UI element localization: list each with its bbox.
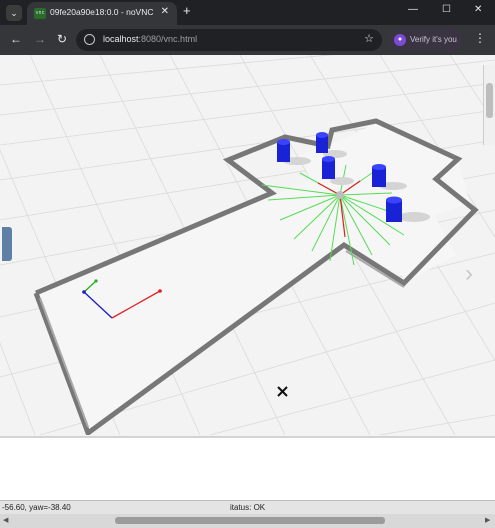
vertical-scrollbar[interactable] xyxy=(483,65,495,145)
horizontal-scrollbar-thumb[interactable] xyxy=(115,517,385,524)
vnc-favicon-icon: vnc xyxy=(34,8,46,19)
robot-body xyxy=(336,191,344,199)
tab-title: 09fe20a90e18:0.0 - noVNC xyxy=(50,7,154,17)
pose-readout: -56.60, yaw=-38.40 xyxy=(2,503,71,512)
browser-menu-icon[interactable]: ⋮ xyxy=(474,31,486,45)
url-text[interactable]: localhost:8080/vnc.html xyxy=(103,34,197,44)
status-text: itatus: OK xyxy=(230,503,266,512)
horizontal-scrollbar[interactable]: ◀ ▶ xyxy=(0,514,495,528)
browser-toolbar: ← → ↻ localhost:8080/vnc.html ☆ ● Verify… xyxy=(0,25,495,55)
simulator-status-bar: -56.60, yaw=-38.40 itatus: OK xyxy=(0,500,495,514)
new-tab-plus-icon[interactable]: + xyxy=(183,3,191,18)
novnc-control-bar-handle[interactable] xyxy=(2,227,12,261)
blank-panel xyxy=(0,437,495,500)
reload-icon[interactable]: ↻ xyxy=(57,32,67,46)
maximize-icon[interactable]: ☐ xyxy=(442,4,451,15)
window-close-icon[interactable]: ✕ xyxy=(474,4,482,15)
browser-tab-strip: ⌄ vnc 09fe20a90e18:0.0 - noVNC ✕ + — ☐ ✕ xyxy=(0,0,495,25)
url-path: :8080/vnc.html xyxy=(138,34,198,44)
simulation-3d-scene[interactable] xyxy=(0,55,495,435)
forward-arrow-icon[interactable]: → xyxy=(34,32,46,46)
scroll-right-arrow-icon[interactable]: ▶ xyxy=(485,516,490,524)
scroll-left-arrow-icon[interactable]: ◀ xyxy=(3,516,8,524)
verify-label: Verify it's you xyxy=(410,35,457,44)
url-host: localhost xyxy=(103,34,139,44)
bookmark-star-icon[interactable]: ☆ xyxy=(364,32,374,45)
tab-close-icon[interactable]: ✕ xyxy=(161,6,169,17)
profile-avatar-icon: ● xyxy=(394,34,406,46)
address-bar[interactable]: localhost:8080/vnc.html ☆ xyxy=(76,29,382,51)
vertical-scrollbar-thumb[interactable] xyxy=(486,83,493,118)
minimize-icon[interactable]: — xyxy=(408,4,418,15)
browser-tab[interactable]: vnc 09fe20a90e18:0.0 - noVNC ✕ xyxy=(27,2,177,25)
chevron-right-icon[interactable]: › xyxy=(465,260,473,288)
verify-profile-button[interactable]: ● Verify it's you xyxy=(389,29,462,51)
back-arrow-icon[interactable]: ← xyxy=(10,32,22,46)
site-info-icon[interactable] xyxy=(84,34,95,45)
vnc-viewport[interactable]: › -56.60, yaw=-38.40 itatus: OK ◀ ▶ xyxy=(0,55,495,528)
tab-search-button[interactable]: ⌄ xyxy=(6,5,22,21)
